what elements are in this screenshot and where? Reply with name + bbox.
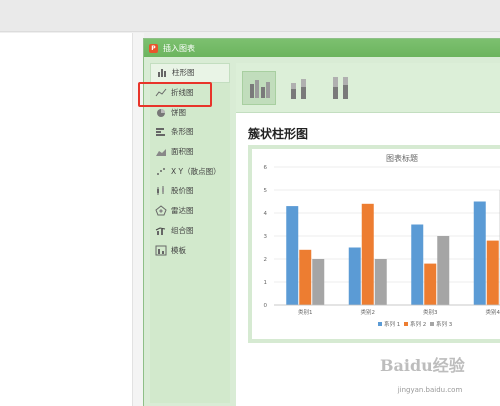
app-toolbar-strip: [0, 0, 500, 32]
pie-chart-icon: [157, 108, 165, 117]
sidebar-item-stock-chart[interactable]: 股价图: [150, 181, 230, 201]
bar-chart-icon: [156, 128, 165, 137]
sidebar-item-scatter-chart[interactable]: X Y（散点图）: [150, 161, 230, 181]
chart-plot: 0 1 2 3 4 5 6 类别1 类别2 类别3 类别4 系列 1 系列 2 系列 3: [264, 165, 500, 328]
sidebar-item-area-chart[interactable]: 面积图: [150, 142, 230, 162]
sidebar-item-label: 股价图: [171, 186, 194, 196]
bar-2-1: [299, 249, 312, 305]
area-chart-icon: [156, 149, 166, 157]
watermark: Baidu经验 jingyan.baidu.com: [360, 348, 500, 406]
sidebar-item-combo-chart[interactable]: 组合图: [150, 221, 230, 241]
dialog-title: 插入图表: [163, 43, 195, 53]
y-tick-label: 0: [264, 303, 268, 309]
y-tick-label: 2: [264, 257, 268, 263]
chart-preview[interactable]: 图表标题 0 1 2 3 4 5 6 类别1 类别2 类别3 类别4 系列 1 系列 2 系列 3: [248, 145, 500, 343]
legend-swatch: [404, 322, 408, 326]
legend-label: 系列 3: [436, 320, 453, 328]
chart-type-sidebar: 柱形图 折线图 饼图 条形图 面积图 X Y（散点图） 股价图 雷达图 组合图 模板: [150, 63, 230, 403]
red-highlight-annotation: [138, 82, 212, 107]
chart-subtype-heading: 簇状柱形图: [248, 127, 309, 141]
sidebar-item-radar-chart[interactable]: 雷达图: [150, 201, 230, 221]
bar-2-4: [486, 240, 499, 305]
bar-1-3: [411, 224, 424, 305]
dialog-titlebar[interactable]: P 插入图表: [144, 39, 500, 57]
sidebar-item-label: X Y（散点图）: [171, 166, 221, 176]
legend-swatch: [430, 322, 434, 326]
combo-chart-icon: [155, 227, 166, 235]
y-tick-label: 3: [264, 234, 268, 240]
legend-label: 系列 1: [384, 320, 400, 328]
y-tick-label: 1: [264, 280, 268, 286]
template-icon: [155, 245, 167, 256]
sidebar-item-label: 模板: [171, 245, 186, 255]
bar-3-2: [374, 259, 387, 305]
stock-chart-icon: [157, 186, 164, 196]
x-tick-label: 类别2: [361, 308, 376, 316]
sidebar-item-label: 柱形图: [172, 68, 195, 78]
bar-3-1: [312, 259, 325, 305]
x-tick-label: 类别4: [486, 308, 500, 316]
column-chart-icon: [158, 69, 166, 78]
sidebar-item-label: 雷达图: [171, 206, 194, 216]
y-tick-label: 5: [264, 188, 268, 194]
sidebar-item-template[interactable]: 模板: [150, 240, 230, 260]
bar-1-4: [473, 201, 486, 305]
scatter-chart-icon: [157, 167, 165, 175]
sidebar-item-bar-chart[interactable]: 条形图: [150, 122, 230, 142]
x-tick-label: 类别3: [423, 308, 438, 316]
y-tick-label: 4: [264, 211, 268, 217]
watermark-url: jingyan.baidu.com: [397, 386, 463, 394]
y-tick-label: 6: [264, 165, 268, 171]
percent-stacked-column-icon[interactable]: [324, 71, 358, 105]
bar-2-2: [361, 203, 374, 305]
document-area: [0, 33, 140, 406]
bar-1-2: [348, 247, 361, 305]
wps-presentation-icon: P: [149, 43, 158, 53]
legend-label: 系列 2: [410, 320, 426, 328]
sidebar-item-label: 条形图: [171, 127, 194, 137]
chart-subtype-bar: [236, 63, 500, 113]
stacked-column-icon[interactable]: [282, 71, 316, 105]
radar-chart-icon: [155, 205, 167, 216]
x-tick-label: 类别1: [298, 308, 313, 316]
watermark-logo: Baidu经验: [380, 356, 465, 375]
legend-swatch: [378, 322, 382, 326]
bar-2-3: [424, 263, 437, 305]
sidebar-item-column-chart[interactable]: 柱形图: [150, 63, 230, 83]
clustered-column-icon[interactable]: [242, 71, 276, 105]
bar-3-3: [437, 236, 450, 305]
sidebar-item-label: 饼图: [171, 107, 186, 117]
sidebar-item-label: 组合图: [171, 225, 194, 235]
bar-1-1: [286, 206, 299, 305]
sidebar-item-label: 面积图: [171, 147, 194, 157]
